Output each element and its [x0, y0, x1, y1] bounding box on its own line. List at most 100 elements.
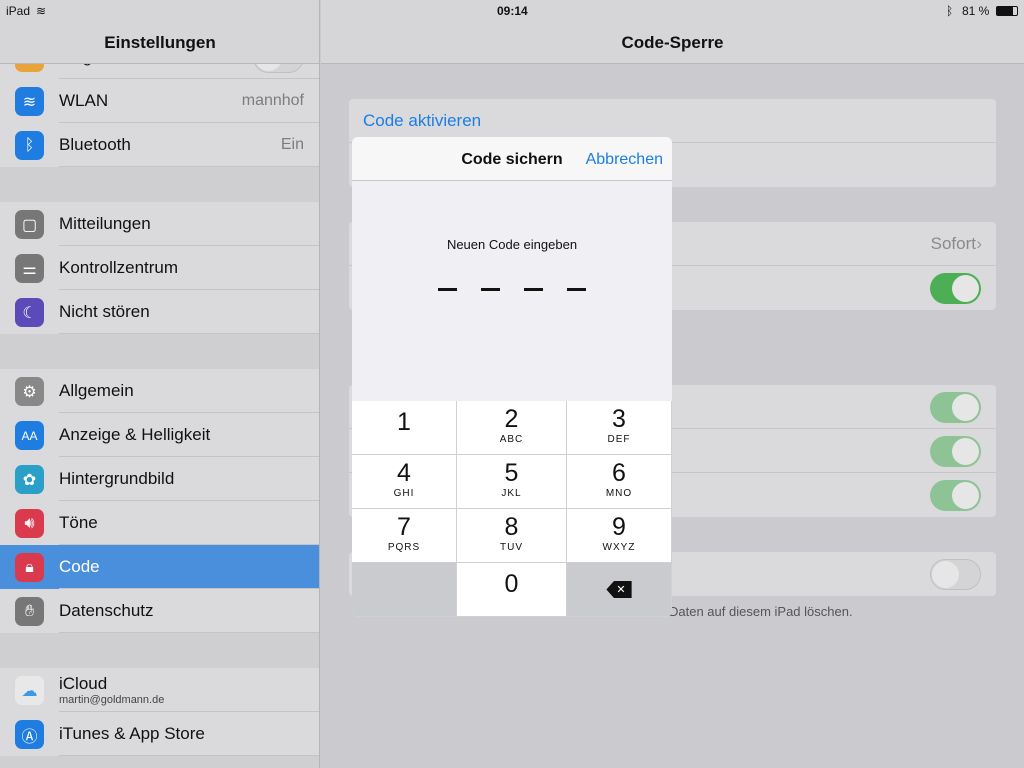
sidebar-item-wlan[interactable]: ≋ WLAN mannhof	[0, 79, 319, 123]
sidebar-item-label: Nicht stören	[59, 302, 150, 321]
key-3[interactable]: 3 DEF	[567, 401, 672, 455]
chevron-right-icon: ›	[976, 233, 982, 253]
clock: 09:14	[497, 4, 528, 18]
digit-placeholder	[567, 288, 586, 291]
keypad: 1 2 ABC 3 DEF 4 GHI 5 JKL 6 MNO 7 PQRS 8 TUV 9 WXYZ 0 ✕	[352, 401, 672, 617]
moon-icon: ☾	[15, 298, 44, 327]
app-store-icon: Ⓐ	[15, 720, 44, 749]
key-9[interactable]: 9 WXYZ	[567, 509, 672, 563]
sidebar-item-label: Mitteilungen	[59, 214, 151, 233]
key-8[interactable]: 8 TUV	[457, 509, 567, 563]
passcode-modal: Code sichern Abbrechen Neuen Code eingeb…	[352, 137, 672, 617]
wallpaper-icon: ✿	[15, 465, 44, 494]
key-1[interactable]: 1	[352, 401, 457, 455]
sidebar-item-hintergrundbild[interactable]: ✿ Hintergrundbild	[0, 457, 319, 501]
passcode-prompt: Neuen Code eingeben	[446, 237, 578, 252]
sidebar-item-label: WLAN	[59, 91, 109, 110]
sidebar-item-label: Bluetooth	[59, 135, 131, 154]
erase-data-toggle[interactable]	[930, 559, 981, 590]
cancel-button[interactable]: Abbrechen	[586, 151, 663, 169]
passcode-field[interactable]	[438, 288, 586, 291]
sidebar-item-bluetooth[interactable]: ᛒ Bluetooth Ein	[0, 123, 319, 167]
key-letters: PQRS	[387, 542, 421, 553]
key-letters: WXYZ	[602, 542, 636, 553]
sidebar-item-itunes-app-store[interactable]: ⒶiTunes & App Store	[0, 712, 319, 756]
toggle-switch[interactable]	[930, 392, 981, 423]
device-label: iPad	[6, 4, 31, 18]
bluetooth-status-icon: ᛒ	[946, 4, 954, 18]
sidebar-item-kontrollzentrum[interactable]: ⚌ Kontrollzentrum	[0, 246, 319, 290]
notifications-icon: ▢	[15, 210, 44, 239]
modal-header: Code sichern Abbrechen	[352, 137, 672, 181]
bluetooth-icon: ᛒ	[15, 131, 44, 160]
sidebar-item-label: iCloud	[59, 674, 108, 693]
require-value: Sofort	[930, 233, 976, 253]
key-letters: DEF	[607, 434, 631, 445]
erase-footer-text: Daten auf diesem iPad löschen.	[669, 604, 853, 619]
sidebar-item-label: Allgemein	[59, 381, 134, 400]
key-digit: 6	[612, 459, 626, 487]
digit-placeholder	[481, 288, 500, 291]
key-digit: 0	[504, 570, 519, 598]
sidebar-item-value: Ein	[280, 136, 304, 153]
toggle-switch[interactable]	[930, 273, 981, 304]
sidebar-item-label: Kontrollzentrum	[59, 258, 179, 277]
battery-icon	[996, 6, 1018, 16]
control-center-icon: ⚌	[15, 254, 44, 283]
cloud-icon: ☁	[15, 676, 44, 705]
key-0[interactable]: 0	[457, 563, 567, 617]
wifi-icon: ≋	[15, 87, 44, 116]
sidebar-item-label: Hintergrundbild	[59, 469, 175, 488]
status-bar: iPad ≋ 09:14 ᛒ 81 %	[0, 0, 1024, 20]
sidebar-item-mitteilungen[interactable]: ▢ Mitteilungen	[0, 202, 319, 246]
key-digit: 9	[612, 513, 626, 541]
sidebar-item-label: Code	[59, 557, 100, 576]
key-digit: 5	[504, 459, 519, 487]
sidebar-item-icloud[interactable]: ☁ iCloud martin@goldmann.de	[0, 668, 319, 712]
key-digit: 7	[397, 513, 411, 541]
key-digit: 3	[612, 405, 626, 433]
sidebar-item-allgemein[interactable]: ⚙ Allgemein	[0, 369, 319, 413]
key-digit: 2	[504, 405, 519, 433]
key-letters: JKL	[501, 488, 522, 499]
sidebar-item-label: Datenschutz	[59, 601, 154, 620]
key-letters: TUV	[500, 542, 523, 553]
empty-key[interactable]	[352, 563, 457, 617]
sound-icon: 🔊︎	[15, 509, 44, 538]
toggle-switch[interactable]	[930, 480, 981, 511]
digit-placeholder	[438, 288, 457, 291]
wifi-status-icon: ≋	[36, 4, 47, 18]
sidebar-item-label: Anzeige & Helligkeit	[59, 425, 211, 444]
key-5[interactable]: 5 JKL	[457, 455, 567, 509]
key-digit: 8	[504, 513, 519, 541]
delete-button[interactable]: ✕	[567, 563, 672, 617]
key-2[interactable]: 2 ABC	[457, 401, 567, 455]
key-digit: 1	[397, 408, 411, 436]
sidebar-item-label: Töne	[59, 513, 98, 532]
gear-icon: ⚙	[15, 377, 44, 406]
backspace-icon: ✕	[606, 581, 632, 598]
sidebar-item-töne[interactable]: 🔊︎ Töne	[0, 501, 319, 545]
lock-icon: 🔒︎	[15, 553, 44, 582]
sidebar-item-datenschutz[interactable]: ✋︎ Datenschutz	[0, 589, 319, 633]
battery-percent: 81 %	[962, 4, 990, 18]
display-icon: AA	[15, 421, 44, 450]
sidebar-item-nicht-stören[interactable]: ☾ Nicht stören	[0, 290, 319, 334]
toggle-switch[interactable]	[930, 436, 981, 467]
digit-placeholder	[524, 288, 543, 291]
sidebar-title: Einstellungen	[104, 33, 216, 52]
sidebar-item-label: iTunes & App Store	[59, 724, 205, 743]
sidebar-item-code[interactable]: 🔒︎ Code	[0, 545, 319, 589]
sidebar-item-anzeige-helligkeit[interactable]: AA Anzeige & Helligkeit	[0, 413, 319, 457]
hand-icon: ✋︎	[15, 597, 44, 626]
sidebar: Einstellungen ✈Flugmodus≋WLANmannhofᛒBlu…	[0, 0, 320, 768]
key-digit: 4	[397, 459, 411, 487]
key-letters: ABC	[499, 434, 524, 445]
page-title: Code-Sperre	[621, 33, 724, 52]
key-7[interactable]: 7 PQRS	[352, 509, 457, 563]
sidebar-item-value: mannhof	[241, 92, 304, 109]
key-4[interactable]: 4 GHI	[352, 455, 457, 509]
key-6[interactable]: 6 MNO	[567, 455, 672, 509]
sidebar-item-subtitle: martin@goldmann.de	[59, 694, 165, 706]
key-letters: GHI	[393, 488, 415, 499]
